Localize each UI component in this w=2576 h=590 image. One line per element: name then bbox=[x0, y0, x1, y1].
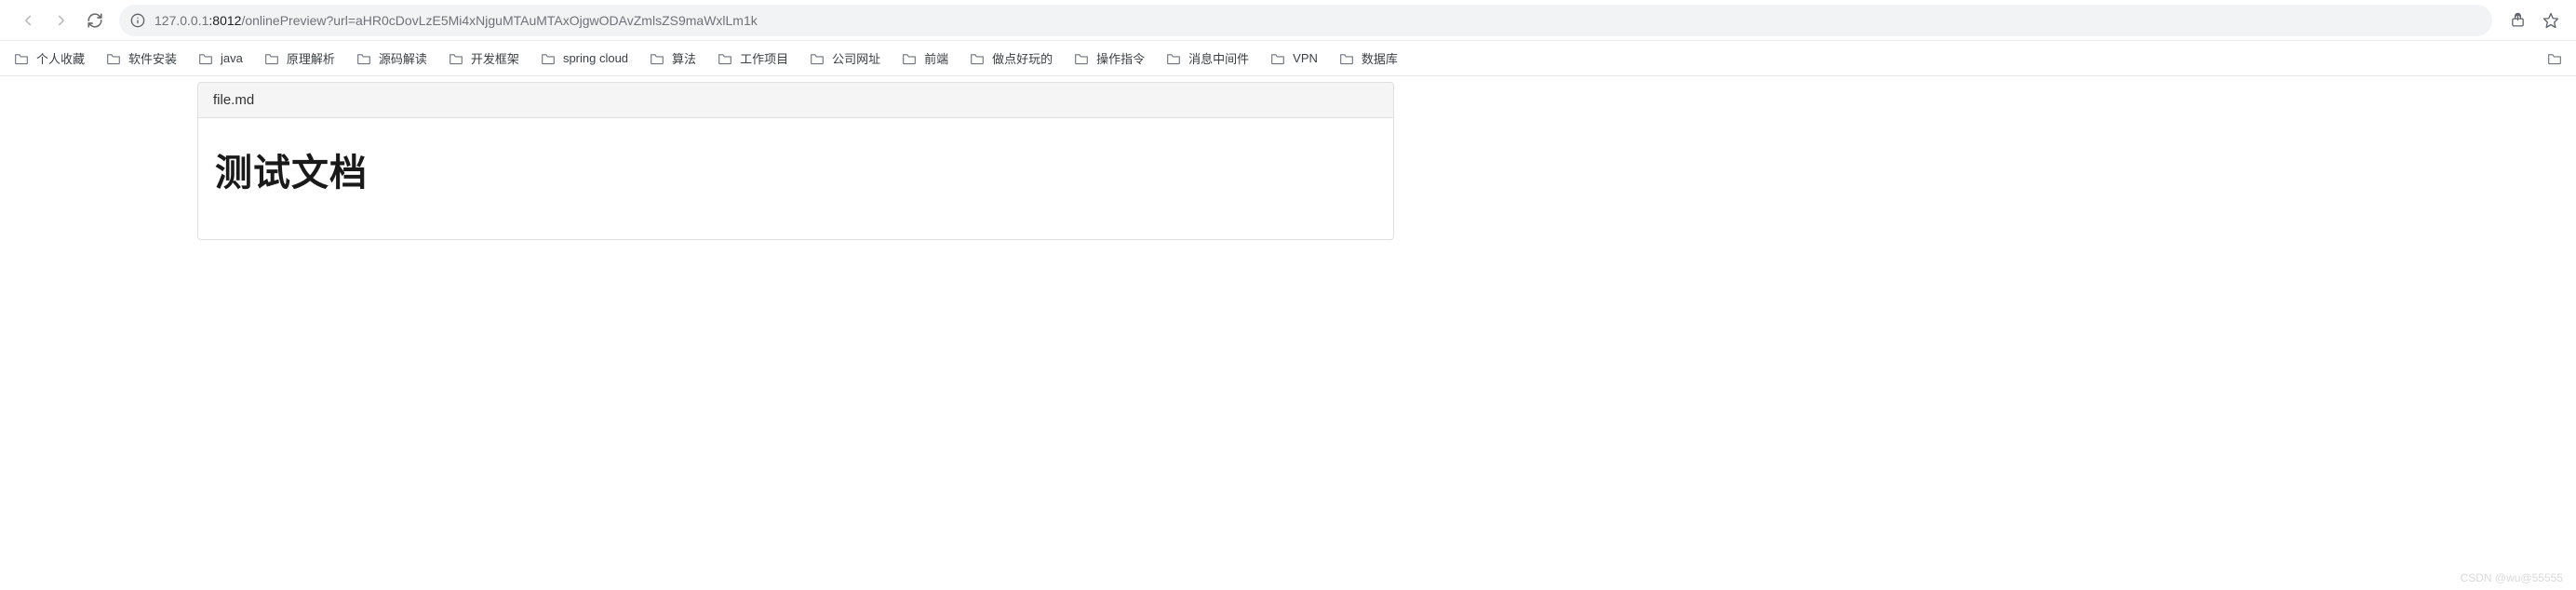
folder-icon bbox=[197, 52, 214, 65]
bookmark-item[interactable]: 前端 bbox=[901, 49, 948, 67]
folder-icon bbox=[105, 52, 122, 65]
document-body: 测试文档 bbox=[198, 118, 1393, 239]
bookmark-item[interactable]: spring cloud bbox=[540, 51, 628, 65]
bookmark-label: 个人收藏 bbox=[36, 49, 85, 67]
bookmark-label: VPN bbox=[1293, 51, 1318, 65]
bookmark-label: 公司网址 bbox=[832, 49, 880, 67]
bookmark-label: 源码解读 bbox=[379, 49, 427, 67]
bookmark-item[interactable]: 开发框架 bbox=[448, 49, 519, 67]
bookmark-item[interactable]: 个人收藏 bbox=[13, 49, 85, 67]
bookmark-label: 算法 bbox=[672, 49, 696, 67]
browser-toolbar: 127.0.0.1:8012/onlinePreview?url=aHR0cDo… bbox=[0, 0, 2576, 41]
bookmark-item[interactable]: java bbox=[197, 51, 243, 65]
addr-host-port: :8012 bbox=[208, 13, 241, 28]
bookmark-overflow[interactable] bbox=[2546, 52, 2563, 65]
bookmark-item[interactable]: 消息中间件 bbox=[1165, 49, 1249, 67]
document-card: file.md 测试文档 bbox=[197, 82, 1394, 240]
bookmark-label: 操作指令 bbox=[1096, 49, 1145, 67]
bookmark-label: 数据库 bbox=[1362, 49, 1398, 67]
folder-icon bbox=[13, 52, 30, 65]
bookmark-item[interactable]: 做点好玩的 bbox=[969, 49, 1053, 67]
folder-icon bbox=[540, 52, 557, 65]
bookmark-item[interactable]: 工作项目 bbox=[717, 49, 788, 67]
bookmark-label: 消息中间件 bbox=[1188, 49, 1249, 67]
folder-icon bbox=[809, 52, 825, 65]
address-bar[interactable]: 127.0.0.1:8012/onlinePreview?url=aHR0cDo… bbox=[119, 5, 2492, 36]
star-icon[interactable] bbox=[2535, 5, 2567, 36]
addr-path: /onlinePreview?url=aHR0cDovLzE5Mi4xNjguM… bbox=[241, 13, 757, 28]
bookmark-label: java bbox=[221, 51, 243, 65]
bookmark-item[interactable]: 源码解读 bbox=[356, 49, 427, 67]
bookmark-label: 开发框架 bbox=[471, 49, 519, 67]
bookmark-item[interactable]: 原理解析 bbox=[263, 49, 335, 67]
bookmark-item[interactable]: 公司网址 bbox=[809, 49, 880, 67]
bookmark-item[interactable]: VPN bbox=[1269, 51, 1318, 65]
folder-icon bbox=[901, 52, 918, 65]
folder-icon bbox=[356, 52, 372, 65]
bookmark-label: 做点好玩的 bbox=[992, 49, 1053, 67]
page-content: file.md 测试文档 bbox=[0, 76, 2576, 240]
folder-icon bbox=[1269, 52, 1286, 65]
back-button[interactable] bbox=[13, 6, 43, 35]
folder-icon bbox=[2546, 52, 2563, 65]
document-heading: 测试文档 bbox=[215, 142, 1376, 196]
bookmark-item[interactable]: 操作指令 bbox=[1073, 49, 1145, 67]
share-icon[interactable] bbox=[2502, 5, 2533, 36]
folder-icon bbox=[969, 52, 986, 65]
bookmark-label: 软件安装 bbox=[128, 49, 177, 67]
document-filename: file.md bbox=[198, 83, 1393, 118]
folder-icon bbox=[1073, 52, 1090, 65]
toolbar-right bbox=[2502, 5, 2567, 36]
bookmark-item[interactable]: 算法 bbox=[649, 49, 696, 67]
address-url: 127.0.0.1:8012/onlinePreview?url=aHR0cDo… bbox=[154, 13, 2481, 28]
folder-icon bbox=[263, 52, 280, 65]
folder-icon bbox=[649, 52, 665, 65]
folder-icon bbox=[717, 52, 733, 65]
bookmark-label: 工作项目 bbox=[740, 49, 788, 67]
bookmarks-bar: 个人收藏 软件安装 java 原理解析 源码解读 开发框架 spring cloud 算法 工作… bbox=[0, 41, 2576, 76]
forward-button[interactable] bbox=[47, 6, 76, 35]
addr-host-ip: 127.0.0.1 bbox=[154, 13, 208, 28]
site-info-icon[interactable] bbox=[130, 13, 145, 28]
bookmark-item[interactable]: 软件安装 bbox=[105, 49, 177, 67]
folder-icon bbox=[1338, 52, 1355, 65]
reload-button[interactable] bbox=[80, 6, 110, 35]
folder-icon bbox=[1165, 52, 1182, 65]
bookmark-label: 前端 bbox=[924, 49, 948, 67]
bookmark-item[interactable]: 数据库 bbox=[1338, 49, 1398, 67]
watermark: CSDN @wu@55555 bbox=[2461, 571, 2563, 584]
bookmark-label: 原理解析 bbox=[287, 49, 335, 67]
bookmark-label: spring cloud bbox=[563, 51, 628, 65]
folder-icon bbox=[448, 52, 464, 65]
